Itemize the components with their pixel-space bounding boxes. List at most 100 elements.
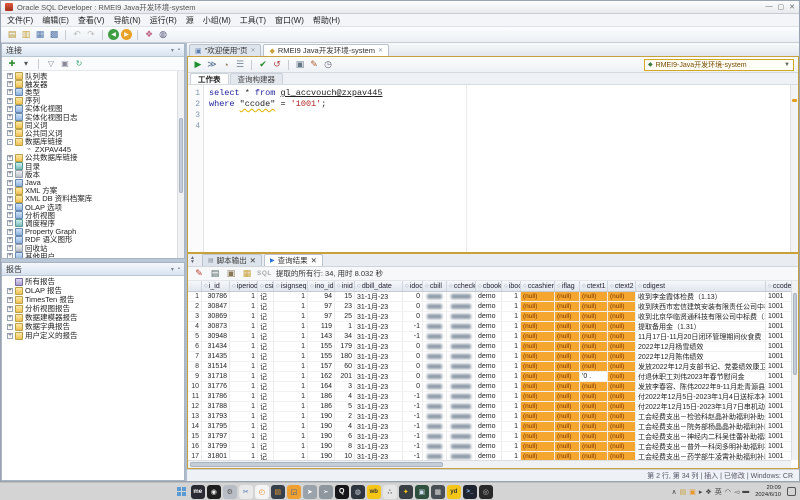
filter-icon[interactable]: ▽ bbox=[46, 59, 56, 69]
cell-cdigest[interactable]: 发放2022年12月支部书记、党委绩效康卫军 bbox=[636, 362, 766, 371]
results-tab-0[interactable]: ▤脚本输出✕ bbox=[202, 254, 262, 266]
cell-iperiod[interactable]: 1 bbox=[230, 382, 258, 391]
cell-iperiod[interactable]: 1 bbox=[230, 392, 258, 401]
taskbar-app-me-icon[interactable]: me bbox=[191, 485, 205, 499]
cell-iflag[interactable]: (null) bbox=[555, 342, 580, 351]
expand-icon[interactable]: + bbox=[7, 212, 13, 218]
tab-close-icon[interactable]: ✕ bbox=[378, 47, 383, 54]
cell-ccode[interactable]: 1001 bbox=[766, 452, 791, 460]
cell-ctext1[interactable]: (null) bbox=[580, 332, 608, 341]
table-row[interactable]: 15317971记1190631-1月-23-1demo1(null)(null… bbox=[188, 432, 791, 442]
cell-cdigest[interactable]: 发放李春容、陈伟2022年9-11月赴青源县帮扶补助（陈伟） bbox=[636, 382, 766, 391]
taskbar-app-plane-icon[interactable]: ➤ bbox=[303, 485, 317, 499]
expand-icon[interactable]: + bbox=[7, 155, 13, 161]
cell-ibook[interactable]: 1 bbox=[502, 312, 521, 321]
cell-ccashier[interactable]: (null) bbox=[521, 372, 555, 381]
cell-dbill_date[interactable]: 31-1月-23 bbox=[355, 332, 403, 341]
cell-cbill[interactable] bbox=[423, 332, 447, 341]
tab-close-icon[interactable]: ✕ bbox=[311, 256, 317, 265]
cell-ccode[interactable]: 1001 bbox=[766, 402, 791, 411]
cell-i_id[interactable]: 30869 bbox=[202, 312, 230, 321]
cell-i_id[interactable]: 30873 bbox=[202, 322, 230, 331]
cell-i_id[interactable]: 31797 bbox=[202, 432, 230, 441]
cell-iflag[interactable]: (null) bbox=[555, 312, 580, 321]
table-row[interactable]: 5309481记11433431-1月-23-1demo1(null)(null… bbox=[188, 332, 791, 342]
cell-dbill_date[interactable]: 31-1月-23 bbox=[355, 312, 403, 321]
cell-ccode[interactable]: 1001 bbox=[766, 382, 791, 391]
cell-ccashier[interactable]: (null) bbox=[521, 332, 555, 341]
cell-isignseq[interactable]: 1 bbox=[274, 312, 308, 321]
cell-ccashier[interactable]: (null) bbox=[521, 322, 555, 331]
cell-ctext1[interactable]: (null) bbox=[580, 452, 608, 460]
cell-dbill_date[interactable]: 31-1月-23 bbox=[355, 322, 403, 331]
cell-ctext1[interactable]: (null) bbox=[580, 392, 608, 401]
taskbar-app-wb-icon[interactable]: wb bbox=[367, 485, 381, 499]
connections-icon[interactable]: ◍ bbox=[157, 29, 169, 41]
cell-csign[interactable]: 记 bbox=[258, 312, 274, 321]
save-icon[interactable]: ▦ bbox=[34, 29, 46, 41]
tab-close-icon[interactable]: ✕ bbox=[250, 47, 255, 54]
cell-iflag[interactable]: (null) bbox=[555, 432, 580, 441]
cell-dbill_date[interactable]: 31-1月-23 bbox=[355, 452, 403, 460]
cell-iperiod[interactable]: 1 bbox=[230, 352, 258, 361]
cell-ccheck[interactable] bbox=[447, 402, 476, 411]
cell-ctext2[interactable]: (null) bbox=[608, 432, 636, 441]
cell-cbill[interactable] bbox=[423, 432, 447, 441]
open-file-icon[interactable]: ▥ bbox=[20, 29, 32, 41]
cell-inid[interactable]: 180 bbox=[335, 352, 355, 361]
undo-icon[interactable]: ↶ bbox=[71, 29, 83, 41]
cell-cbill[interactable] bbox=[423, 442, 447, 451]
table-row[interactable]: 13317931记1190231-1月-23-1demo1(null)(null… bbox=[188, 412, 791, 422]
cell-idoc[interactable]: 0 bbox=[403, 362, 423, 371]
cell-inid[interactable]: 4 bbox=[335, 392, 355, 401]
cell-ccheck[interactable] bbox=[447, 322, 476, 331]
cell-idoc[interactable]: 0 bbox=[403, 382, 423, 391]
cell-dbill_date[interactable]: 31-1月-23 bbox=[355, 352, 403, 361]
cell-ino_id[interactable]: 186 bbox=[308, 402, 335, 411]
cell-ctext2[interactable]: (null) bbox=[608, 362, 636, 371]
history-icon[interactable]: ◷ bbox=[322, 59, 334, 71]
expand-icon[interactable]: + bbox=[7, 220, 13, 226]
maximize-button[interactable]: ▢ bbox=[778, 3, 785, 11]
cell-ctext2[interactable]: (null) bbox=[608, 332, 636, 341]
cell-ctext1[interactable]: (null) bbox=[580, 432, 608, 441]
cell-ctext2[interactable]: (null) bbox=[608, 372, 636, 381]
sql-editor[interactable]: 1234 select * from gl_accvouch@zxpav445w… bbox=[188, 85, 798, 252]
cell-cbill[interactable] bbox=[423, 352, 447, 361]
cell-iflag[interactable]: (null) bbox=[555, 392, 580, 401]
table-row[interactable]: 11317861记1186431-1月-23-1demo1(null)(null… bbox=[188, 392, 791, 402]
cell-iflag[interactable]: (null) bbox=[555, 292, 580, 301]
cell-inid[interactable]: 4 bbox=[335, 422, 355, 431]
cell-dbill_date[interactable]: 31-1月-23 bbox=[355, 342, 403, 351]
menu-item-2[interactable]: 查看(V) bbox=[78, 15, 105, 26]
table-row[interactable]: 7314351记115518031-1月-230demo1(null)(null… bbox=[188, 352, 791, 362]
cell-ccode[interactable]: 1001 bbox=[766, 432, 791, 441]
cell-cdigest[interactable]: 付2022年12月5日-2023年1月4日送标本补助 bbox=[636, 392, 766, 401]
menu-item-0[interactable]: 文件(F) bbox=[7, 15, 33, 26]
cell-dbill_date[interactable]: 31-1月-23 bbox=[355, 302, 403, 311]
cell-dbill_date[interactable]: 31-1月-23 bbox=[355, 392, 403, 401]
cell-isignseq[interactable]: 1 bbox=[274, 332, 308, 341]
cell-cbook[interactable]: demo bbox=[476, 332, 502, 341]
cell-ccashier[interactable]: (null) bbox=[521, 292, 555, 301]
cell-ctext2[interactable]: (null) bbox=[608, 302, 636, 311]
save-all-icon[interactable]: ▩ bbox=[48, 29, 60, 41]
cell-i_id[interactable]: 30948 bbox=[202, 332, 230, 341]
cell-ibook[interactable]: 1 bbox=[502, 372, 521, 381]
cell-iflag[interactable]: (null) bbox=[555, 422, 580, 431]
cell-isignseq[interactable]: 1 bbox=[274, 352, 308, 361]
cell-cdigest[interactable]: 收到陕西市宏信建筑安装有限责任公司中标费（1.30） bbox=[636, 302, 766, 311]
connections-scrollbar[interactable] bbox=[177, 71, 184, 258]
cell-cbook[interactable]: demo bbox=[476, 342, 502, 351]
cell-ccashier[interactable]: (null) bbox=[521, 362, 555, 371]
minimize-button[interactable]: — bbox=[766, 3, 773, 11]
cell-iperiod[interactable]: 1 bbox=[230, 302, 258, 311]
cell-ccashier[interactable]: (null) bbox=[521, 342, 555, 351]
video-icon[interactable]: ▬ bbox=[742, 488, 749, 495]
tray-folder-icon[interactable]: ▤ bbox=[680, 488, 687, 496]
cell-idoc[interactable]: 0 bbox=[403, 312, 423, 321]
splitter-collapse-icon[interactable]: ▲▼ bbox=[190, 256, 195, 264]
cell-ctext2[interactable]: (null) bbox=[608, 342, 636, 351]
close-button[interactable]: ✕ bbox=[789, 3, 795, 11]
cell-ccode[interactable]: 1001 bbox=[766, 332, 791, 341]
